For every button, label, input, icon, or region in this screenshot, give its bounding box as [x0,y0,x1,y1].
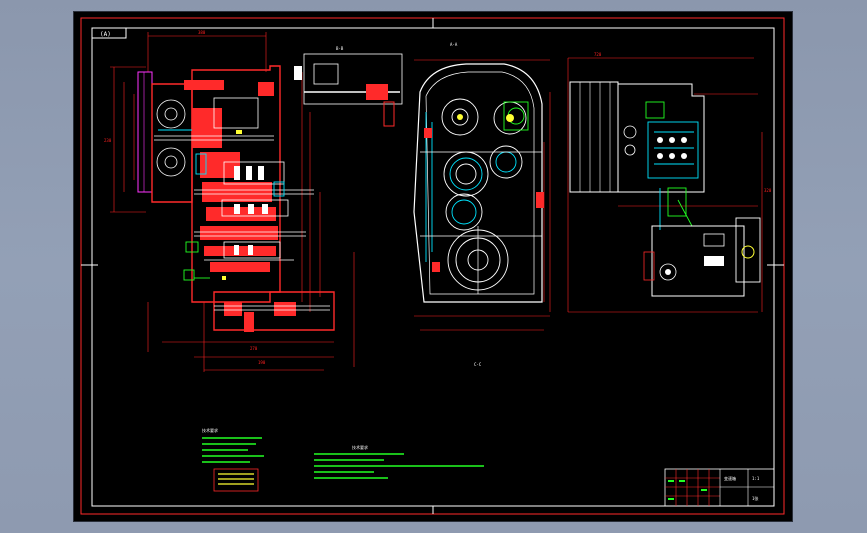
drawing-canvas[interactable]: (A) 380230 270190 B-B A-A C-C 720320 技术要… [74,12,792,521]
title-block[interactable]: 变速箱 1:1 1张 [664,468,775,507]
sheet-code: (A) [100,31,111,38]
svg-text:190: 190 [258,360,266,365]
svg-text:230: 230 [104,138,112,143]
notes-heading-left: 技术要求 [202,427,218,433]
drawing-sheet[interactable]: (A) 380 230 270 190 B-B A-A C-C 720 320 … [74,12,792,521]
svg-text:720: 720 [594,52,602,57]
title-scale: 1:1 [752,476,760,481]
cad-viewport[interactable]: (A) 380 230 270 190 B-B A-A C-C 720 320 … [0,0,867,533]
view-label-sec: B-B [336,46,344,51]
title-sheet: 1张 [752,495,758,501]
left-section-view[interactable]: 380 230 270 190 [104,30,355,372]
notes-heading-right: 技术要求 [352,444,368,450]
svg-text:270: 270 [250,346,258,351]
view-label-bottom: C-C [474,362,482,367]
notes-area: 技术要求 技术要求 [202,427,484,492]
svg-text:320: 320 [764,188,772,193]
title-name: 变速箱 [724,475,736,481]
front-gear-view[interactable]: A-A C-C [413,42,551,367]
view-label-main: A-A [450,42,458,47]
svg-text:380: 380 [198,30,206,35]
side-view[interactable]: 720 320 [567,52,772,313]
